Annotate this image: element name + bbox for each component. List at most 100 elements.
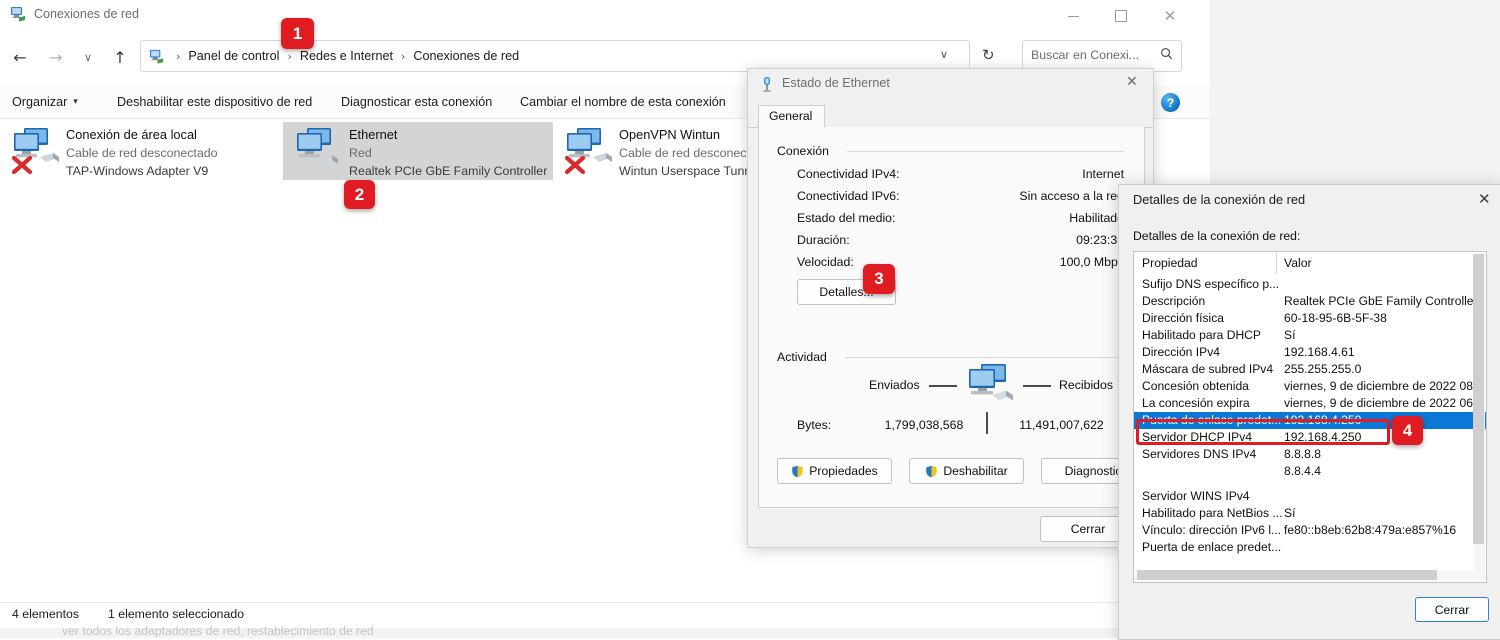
table-row[interactable]: Servidores DNS IPv4 8.8.8.8 bbox=[1134, 446, 1486, 463]
horizontal-scrollbar-thumb[interactable] bbox=[1137, 570, 1437, 580]
row-property: Vínculo: dirección IPv6 l... bbox=[1142, 523, 1281, 537]
status-item-count: 4 elementos bbox=[12, 607, 79, 621]
row-value: 8.8.8.8 bbox=[1284, 447, 1321, 461]
group-label-conexion: Conexión bbox=[777, 144, 829, 158]
help-icon[interactable]: ? bbox=[1161, 93, 1180, 112]
group-divider bbox=[847, 151, 1124, 152]
details-close-button[interactable]: Cerrar bbox=[1415, 597, 1489, 622]
received-dash bbox=[1023, 385, 1051, 387]
annotation-badge-3: 3 bbox=[863, 264, 895, 294]
minimize-icon bbox=[1068, 16, 1079, 17]
background-ghost-text: ver todos los adaptadores de red, restab… bbox=[62, 624, 374, 638]
dialog-titlebar: Estado de Ethernet ✕ bbox=[748, 69, 1153, 101]
recent-locations-button[interactable]: ∨ bbox=[74, 43, 102, 71]
breadcrumb-separator: › bbox=[287, 50, 291, 63]
adapter-tile-ethernet[interactable]: Ethernet Red Realtek PCIe GbE Family Con… bbox=[283, 122, 553, 180]
table-row[interactable]: Puerta de enlace predet... bbox=[1134, 539, 1486, 556]
close-window-button[interactable]: ✕ bbox=[1147, 0, 1193, 32]
close-icon: ✕ bbox=[1164, 9, 1177, 24]
close-icon[interactable]: ✕ bbox=[1126, 74, 1138, 90]
table-row[interactable]: La concesión expira viernes, 9 de diciem… bbox=[1134, 395, 1486, 412]
breadcrumb-item-conexiones-de-red[interactable]: Conexiones de red bbox=[411, 49, 521, 63]
breadcrumb-separator: › bbox=[401, 50, 405, 63]
breadcrumb-separator: › bbox=[176, 50, 180, 63]
details-list[interactable]: Propiedad Valor Sufijo DNS específico p.… bbox=[1133, 251, 1487, 583]
table-row[interactable]: Vínculo: dirección IPv6 l... fe80::b8eb:… bbox=[1134, 522, 1486, 539]
row-value-duracion: 09:23:31 bbox=[944, 233, 1124, 247]
arrow-right-icon: → bbox=[49, 48, 62, 67]
general-panel: Conexión Conectividad IPv4: Internet Con… bbox=[758, 127, 1145, 508]
column-divider bbox=[1276, 252, 1277, 274]
properties-button[interactable]: Propiedades bbox=[777, 458, 892, 484]
window-titlebar: Conexiones de red ✕ bbox=[0, 0, 1210, 32]
value-bytes-sent: 1,799,038,568 bbox=[869, 418, 979, 432]
forward-button[interactable]: → bbox=[42, 43, 70, 71]
refresh-icon: ↻ bbox=[982, 46, 995, 64]
vertical-scrollbar[interactable] bbox=[1474, 253, 1485, 581]
adapter-tile-conexion-de-area-local[interactable]: Conexión de área local Cable de red desc… bbox=[0, 122, 270, 180]
disable-button[interactable]: Deshabilitar bbox=[909, 458, 1024, 484]
row-property: Puerta de enlace predet... bbox=[1142, 540, 1281, 554]
disable-label: Deshabilitar bbox=[943, 464, 1007, 478]
row-value: Realtek PCIe GbE Family Controller bbox=[1284, 294, 1478, 308]
table-row[interactable]: 8.8.4.4 bbox=[1134, 463, 1486, 480]
diagnose-connection-button[interactable]: Diagnosticar esta conexión bbox=[341, 86, 492, 118]
close-icon[interactable]: ✕ bbox=[1478, 190, 1491, 208]
row-value-estado-medio: Habilitado bbox=[944, 211, 1124, 225]
column-header-valor: Valor bbox=[1284, 256, 1312, 270]
row-value: viernes, 9 de diciembre de 2022 08:5 bbox=[1284, 379, 1483, 393]
table-row[interactable]: Descripción Realtek PCIe GbE Family Cont… bbox=[1134, 293, 1486, 310]
maximize-icon bbox=[1115, 10, 1127, 22]
maximize-button[interactable] bbox=[1098, 0, 1144, 32]
table-row[interactable]: Habilitado para NetBios ... Sí bbox=[1134, 505, 1486, 522]
table-row[interactable]: Sufijo DNS específico p... bbox=[1134, 276, 1486, 293]
organizar-label: Organizar bbox=[12, 95, 67, 109]
rename-connection-button[interactable]: Cambiar el nombre de esta conexión bbox=[520, 86, 726, 118]
arrow-up-icon: ↑ bbox=[113, 48, 126, 67]
ethernet-status-dialog: Estado de Ethernet ✕ General Conexión Co… bbox=[747, 68, 1154, 548]
address-dropdown-button[interactable]: ∨ bbox=[940, 48, 948, 61]
column-header-propiedad: Propiedad bbox=[1142, 256, 1198, 270]
row-label-duracion: Duración: bbox=[797, 233, 850, 247]
row-label-ipv6: Conectividad IPv6: bbox=[797, 189, 900, 203]
status-selected-count: 1 elemento seleccionado bbox=[108, 607, 244, 621]
table-row[interactable]: Habilitado para DHCP Sí bbox=[1134, 327, 1486, 344]
value-bytes-received: 11,491,007,622 bbox=[999, 418, 1124, 432]
horizontal-scrollbar[interactable] bbox=[1135, 571, 1475, 581]
breadcrumb-item-panel-de-control[interactable]: Panel de control bbox=[186, 49, 281, 63]
row-label-velocidad: Velocidad: bbox=[797, 255, 854, 269]
table-row[interactable]: Servidor WINS IPv4 bbox=[1134, 488, 1486, 505]
table-row[interactable]: Máscara de subred IPv4 255.255.255.0 bbox=[1134, 361, 1486, 378]
row-property: Máscara de subred IPv4 bbox=[1142, 362, 1273, 376]
tab-strip: General bbox=[748, 105, 1153, 128]
activity-computers-icon bbox=[964, 363, 1020, 414]
disable-device-button[interactable]: Deshabilitar este dispositivo de red bbox=[117, 86, 312, 118]
table-row[interactable]: Dirección física 60-18-95-6B-5F-38 bbox=[1134, 310, 1486, 327]
table-row[interactable]: Dirección IPv4 192.168.4.61 bbox=[1134, 344, 1486, 361]
row-label-estado-medio: Estado del medio: bbox=[797, 211, 895, 225]
annotation-badge-1: 1 bbox=[281, 18, 314, 49]
refresh-button[interactable]: ↻ bbox=[982, 46, 995, 64]
row-property: Sufijo DNS específico p... bbox=[1142, 277, 1279, 291]
minimize-button[interactable] bbox=[1050, 0, 1096, 32]
organizar-menu-button[interactable]: Organizar ▾ bbox=[12, 86, 78, 118]
row-property: Habilitado para NetBios ... bbox=[1142, 506, 1283, 520]
adapter-tile-openvpn-wintun[interactable]: OpenVPN Wintun Cable de red desconect Wi… bbox=[553, 122, 753, 180]
row-property: Habilitado para DHCP bbox=[1142, 328, 1261, 342]
row-value: Sí bbox=[1284, 328, 1295, 342]
network-connections-icon bbox=[10, 5, 28, 23]
window-title: Conexiones de red bbox=[34, 5, 139, 23]
row-value: 60-18-95-6B-5F-38 bbox=[1284, 311, 1387, 325]
tab-general[interactable]: General bbox=[758, 105, 825, 128]
up-button[interactable]: ↑ bbox=[106, 43, 134, 71]
breadcrumb-root-icon bbox=[149, 48, 166, 65]
details-dialog-title: Detalles de la conexión de red bbox=[1133, 192, 1305, 207]
breadcrumb-item-redes-e-internet[interactable]: Redes e Internet bbox=[298, 49, 395, 63]
search-icon bbox=[1160, 47, 1173, 64]
vertical-scrollbar-thumb[interactable] bbox=[1473, 254, 1484, 544]
back-button[interactable]: ← bbox=[6, 43, 34, 71]
details-body: Detalles de la conexión de red: Propieda… bbox=[1129, 221, 1491, 589]
bytes-divider bbox=[986, 412, 988, 434]
table-row[interactable]: Concesión obtenida viernes, 9 de diciemb… bbox=[1134, 378, 1486, 395]
annotation-badge-4: 4 bbox=[1392, 416, 1423, 445]
